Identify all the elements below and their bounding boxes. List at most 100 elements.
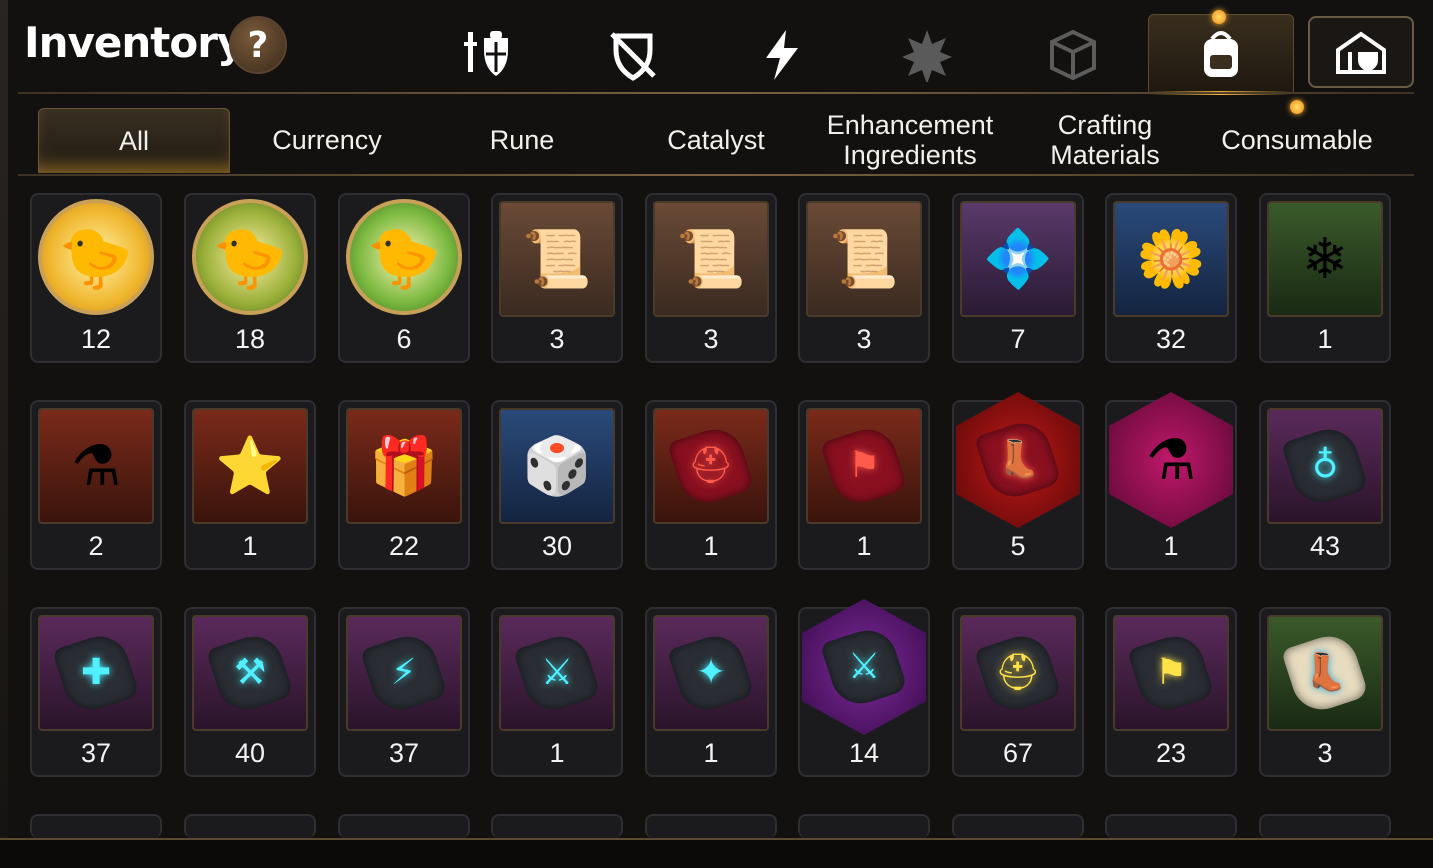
item-count: 3 — [703, 324, 719, 354]
item-count: 3 — [856, 324, 872, 354]
inventory-item-slot[interactable] — [645, 814, 777, 838]
help-button[interactable]: ? — [229, 16, 287, 74]
inventory-item-slot[interactable]: 📜 3 — [798, 193, 930, 363]
inventory-item-slot[interactable] — [1259, 814, 1391, 838]
gold-hammer-rune-icon: ⛑ — [960, 615, 1076, 731]
inventory-item-slot[interactable]: ⚗ 2 — [30, 400, 162, 570]
inventory-item-slot[interactable]: 💠 7 — [952, 193, 1084, 363]
inventory-item-slot[interactable]: ⚗ 1 — [1105, 392, 1237, 570]
gold-bolt-rune-icon: ⚑ — [1113, 615, 1229, 731]
inventory-item-slot[interactable] — [338, 814, 470, 838]
item-count: 18 — [234, 324, 266, 354]
gold-upgrade-scroll-icon: 📜 — [806, 201, 922, 317]
item-count: 23 — [1155, 738, 1187, 768]
tab-skills[interactable] — [726, 18, 836, 92]
subtab-catalyst[interactable]: Catalyst — [628, 108, 804, 172]
inventory-item-slot[interactable]: ⚡ 37 — [338, 607, 470, 777]
inventory-item-slot[interactable]: ⛑ 67 — [952, 607, 1084, 777]
item-count: 37 — [388, 738, 420, 768]
inventory-item-slot[interactable]: ⚒ 40 — [184, 607, 316, 777]
disabled-shield-icon — [610, 32, 656, 81]
item-count: 1 — [1163, 531, 1179, 561]
laurel-chick-token-icon: 🐤 — [346, 199, 462, 315]
dragon-upgrade-scroll-icon: 📜 — [499, 201, 615, 317]
tab-dice[interactable] — [1018, 18, 1128, 92]
stone-sword-rune-icon: 👢 — [1267, 615, 1383, 731]
inventory-item-slot[interactable]: ⚑ 1 — [798, 400, 930, 570]
inventory-item-slot[interactable] — [1105, 814, 1237, 838]
inventory-item-slot[interactable]: ✚ 37 — [30, 607, 162, 777]
tab-artifacts[interactable] — [578, 18, 688, 92]
subtab-consumable[interactable]: Consumable — [1206, 108, 1388, 172]
item-count: 1 — [1317, 324, 1333, 354]
inventory-item-slot[interactable]: 🌼 32 — [1105, 193, 1237, 363]
subtab-crafting-materials[interactable]: Crafting Materials — [1030, 108, 1180, 172]
inventory-item-slot[interactable]: ⚑ 23 — [1105, 607, 1237, 777]
teal-helmet-rune-icon: ✚ — [38, 615, 154, 731]
red-necklace-rune-icon: ⚑ — [806, 408, 922, 524]
inventory-item-slot[interactable]: 🐤 18 — [184, 193, 316, 363]
guild-house-icon — [1336, 31, 1386, 74]
teal-ring-rune-icon: ⚔ — [499, 615, 615, 731]
notification-dot — [1290, 100, 1304, 114]
item-count: 12 — [80, 324, 112, 354]
item-count: 1 — [242, 531, 258, 561]
page-title: Inventory — [24, 18, 244, 67]
inventory-item-slot[interactable]: ✦ 1 — [645, 607, 777, 777]
lightning-icon — [766, 30, 798, 80]
inventory-item-slot[interactable]: 📜 3 — [491, 193, 623, 363]
inventory-item-slot[interactable]: 👢 3 — [1259, 607, 1391, 777]
inventory-item-slot[interactable]: ⚔ 1 — [491, 607, 623, 777]
inventory-item-slot[interactable]: 🎁 22 — [338, 400, 470, 570]
item-count: 7 — [1010, 324, 1026, 354]
inventory-item-slot[interactable]: 🎲 30 — [491, 400, 623, 570]
tab-inventory[interactable] — [1148, 14, 1294, 95]
item-count: 6 — [396, 324, 412, 354]
tab-burst[interactable] — [872, 18, 982, 92]
star-potion-icon: ⭐ — [192, 408, 308, 524]
inventory-item-slot[interactable] — [30, 814, 162, 838]
inventory-item-slot[interactable] — [952, 814, 1084, 838]
item-count: 5 — [1010, 531, 1026, 561]
gold-chick-token-icon: 🐤 — [38, 199, 154, 315]
subtab-rune[interactable]: Rune — [436, 108, 608, 172]
inventory-item-slot[interactable] — [798, 814, 930, 838]
item-count: 3 — [549, 324, 565, 354]
item-count: 22 — [388, 531, 420, 561]
header-divider — [18, 92, 1414, 94]
ranger-chick-token-icon: 🐤 — [192, 199, 308, 315]
tab-equipment[interactable] — [432, 18, 542, 92]
inventory-item-slot[interactable]: 🐤 12 — [30, 193, 162, 363]
inventory-item-slot[interactable]: 🐤 6 — [338, 193, 470, 363]
red-star-rune-icon: 👢 — [956, 392, 1080, 528]
subtab-enhancement-ingredients[interactable]: Enhancement Ingredients — [816, 108, 1004, 172]
inventory-item-slot[interactable] — [491, 814, 623, 838]
teal-armor-rune-icon: ⚒ — [192, 615, 308, 731]
purple-star-rune-icon: ⚔ — [802, 599, 926, 735]
item-count: 40 — [234, 738, 266, 768]
guild-storage-button[interactable] — [1308, 16, 1414, 88]
burst-icon — [902, 30, 952, 82]
subtab-all[interactable]: All — [38, 108, 230, 173]
gold-cube-icon: 🎁 — [346, 408, 462, 524]
item-count: 1 — [856, 531, 872, 561]
item-count: 2 — [88, 531, 104, 561]
inventory-item-slot[interactable]: 📜 3 — [645, 193, 777, 363]
dice-icon — [1050, 29, 1096, 81]
pink-potion-icon: ⚗ — [1109, 392, 1233, 528]
inventory-item-slot[interactable]: ♁ 43 — [1259, 400, 1391, 570]
gold-crystal-flower-icon: 🌼 — [1113, 201, 1229, 317]
inventory-item-slot[interactable]: ⭐ 1 — [184, 400, 316, 570]
item-count: 1 — [703, 738, 719, 768]
inventory-item-slot[interactable]: ❄ 1 — [1259, 193, 1391, 363]
inventory-item-slot[interactable]: 👢 5 — [952, 392, 1084, 570]
subtab-currency[interactable]: Currency — [240, 108, 414, 172]
gear-helmet-icon — [464, 31, 508, 76]
item-count: 43 — [1309, 531, 1341, 561]
inventory-item-slot[interactable]: ⚔ 14 — [798, 599, 930, 777]
inventory-item-slot[interactable] — [184, 814, 316, 838]
item-count: 67 — [1002, 738, 1034, 768]
inventory-item-slot[interactable]: ⛑ 1 — [645, 400, 777, 570]
red-ring-rune-icon: ⛑ — [653, 408, 769, 524]
item-count: 1 — [549, 738, 565, 768]
